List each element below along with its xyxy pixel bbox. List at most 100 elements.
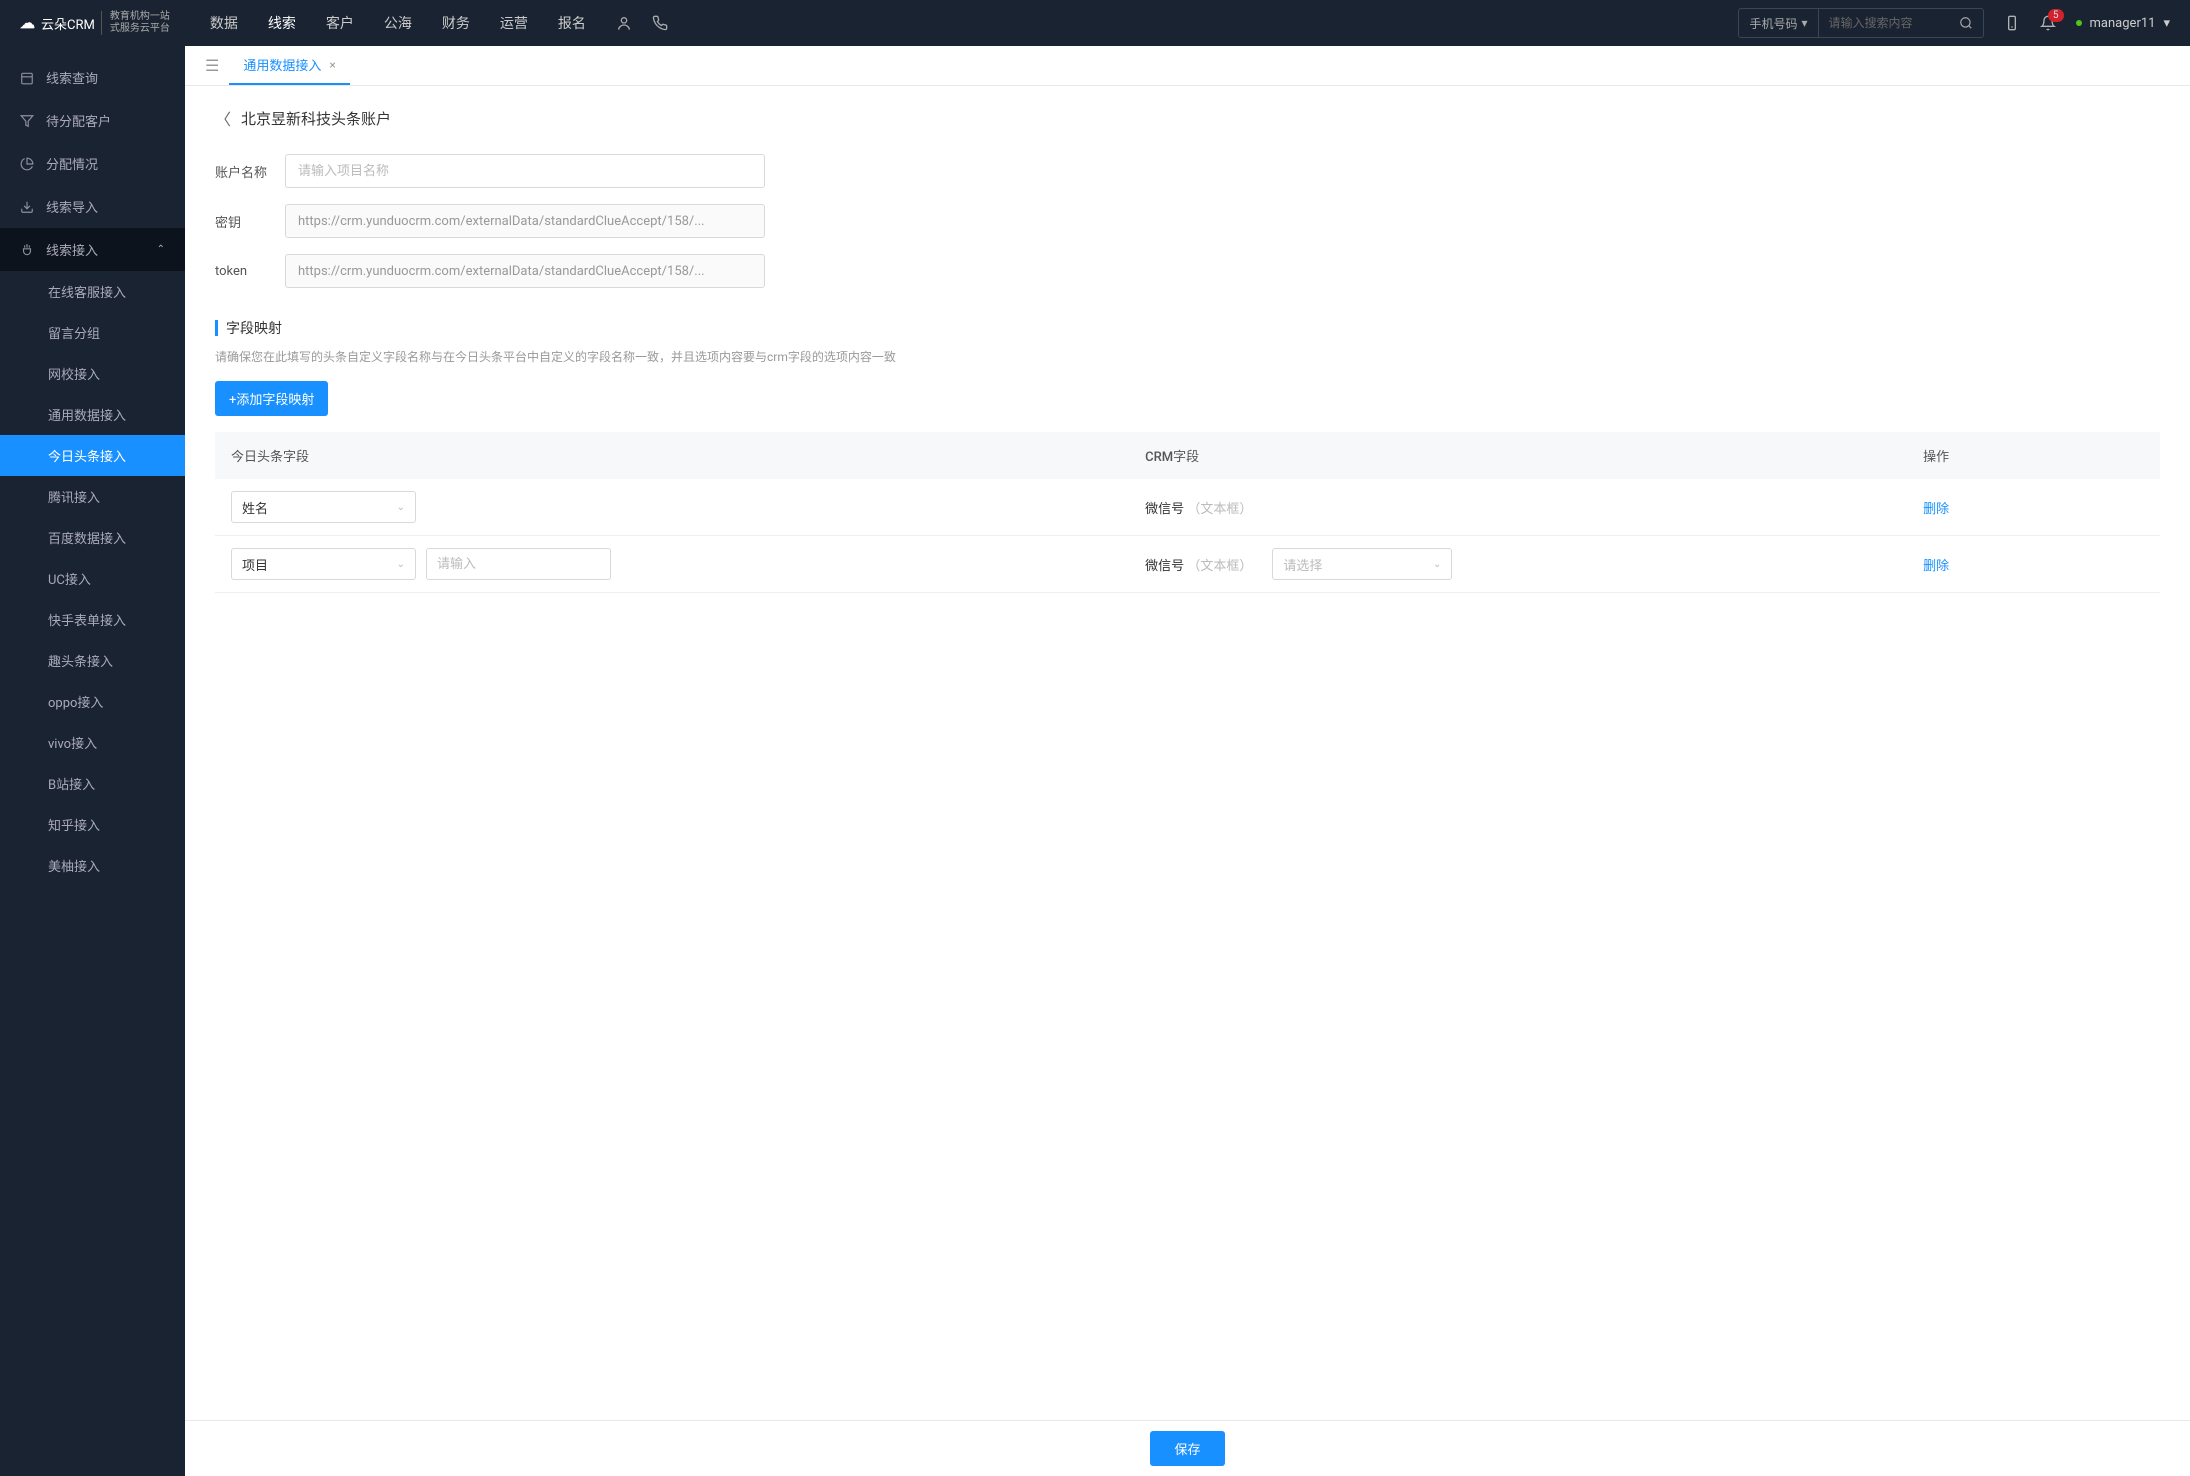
chevron-down-icon: ⌄ (1433, 559, 1441, 570)
plug-icon (20, 243, 34, 257)
sidebar: 线索查询 待分配客户 分配情况 线索导入 线索接入 ⌃ 在线客服接入 留言分组 … (0, 46, 185, 1476)
back-icon: 〈 (215, 106, 231, 130)
search-icon (1959, 16, 1973, 30)
chevron-down-icon: ▾ (1802, 16, 1808, 30)
sidebar-sub-school[interactable]: 网校接入 (0, 353, 185, 394)
breadcrumb[interactable]: 〈 北京昱新科技头条账户 (215, 106, 2160, 130)
chevron-down-icon: ▾ (2163, 16, 2170, 31)
calendar-icon (20, 71, 34, 85)
nav-clue[interactable]: 线索 (268, 9, 296, 37)
search-input[interactable] (1819, 16, 1949, 30)
chevron-down-icon: ⌄ (397, 559, 405, 570)
nav-customer[interactable]: 客户 (326, 9, 354, 37)
toutiao-field-select[interactable]: 姓名 ⌄ (231, 491, 416, 523)
pie-icon (20, 157, 34, 171)
sidebar-sub-baidu[interactable]: 百度数据接入 (0, 517, 185, 558)
sidebar-sub-toutiao[interactable]: 今日头条接入 (0, 435, 185, 476)
sidebar-sub-general-data[interactable]: 通用数据接入 (0, 394, 185, 435)
nav-signup[interactable]: 报名 (558, 9, 586, 37)
chevron-down-icon: ⌄ (397, 502, 405, 513)
token-input[interactable] (285, 254, 765, 288)
page-content: 〈 北京昱新科技头条账户 账户名称 密钥 token (185, 86, 2190, 1476)
sidebar-sub-qutoutiao[interactable]: 趣头条接入 (0, 640, 185, 681)
close-icon[interactable]: × (329, 58, 335, 72)
mapping-table: 今日头条字段 CRM字段 操作 姓名 ⌄ (215, 432, 2160, 593)
nav-public[interactable]: 公海 (384, 9, 412, 37)
mobile-icon[interactable] (2004, 15, 2020, 31)
toutiao-field-select[interactable]: 项目 ⌄ (231, 548, 416, 580)
sidebar-sub-vivo[interactable]: vivo接入 (0, 722, 185, 763)
logo: ☁ 云朵CRM 教育机构一站 式服务云平台 (20, 11, 170, 35)
nav-finance[interactable]: 财务 (442, 9, 470, 37)
crm-field-label: 微信号 (1145, 559, 1184, 574)
delete-link[interactable]: 删除 (1923, 502, 1949, 517)
logo-subtitle: 教育机构一站 式服务云平台 (101, 11, 170, 35)
col-toutiao: 今日头条字段 (215, 432, 1129, 479)
logo-text: 云朵CRM (41, 14, 95, 33)
search-button[interactable] (1949, 16, 1983, 30)
mapping-section: 字段映射 请确保您在此填写的头条自定义字段名称与在今日头条平台中自定义的字段名称… (215, 318, 2160, 593)
token-label: token (215, 264, 285, 279)
form-row-account: 账户名称 (215, 154, 2160, 188)
add-mapping-button[interactable]: +添加字段映射 (215, 381, 328, 416)
header: ☁ 云朵CRM 教育机构一站 式服务云平台 数据 线索 客户 公海 财务 运营 … (0, 0, 2190, 46)
account-label: 账户名称 (215, 162, 285, 181)
logo-icon: ☁ (20, 14, 35, 32)
upload-icon (20, 200, 34, 214)
search-group: 手机号码 ▾ (1738, 8, 1983, 38)
crm-field-hint: （文本框） (1187, 502, 1252, 517)
sidebar-sub-message-group[interactable]: 留言分组 (0, 312, 185, 353)
status-dot (2076, 20, 2082, 26)
sidebar-sub-bilibili[interactable]: B站接入 (0, 763, 185, 804)
sidebar-item-clue-search[interactable]: 线索查询 (0, 56, 185, 99)
secret-label: 密钥 (215, 212, 285, 231)
main-content: ☰ 通用数据接入 × 〈 北京昱新科技头条账户 账户名称 密钥 (185, 46, 2190, 1476)
username: manager11 (2090, 16, 2156, 31)
chevron-up-icon: ⌃ (157, 244, 165, 255)
search-type-select[interactable]: 手机号码 ▾ (1739, 9, 1818, 37)
sidebar-sub-zhihu[interactable]: 知乎接入 (0, 804, 185, 845)
sidebar-sub-meiyou[interactable]: 美柚接入 (0, 845, 185, 886)
section-bar (215, 320, 218, 336)
sidebar-item-allocation[interactable]: 分配情况 (0, 142, 185, 185)
col-action: 操作 (1907, 432, 2160, 479)
main-nav: 数据 线索 客户 公海 财务 运营 报名 (210, 9, 586, 37)
save-button[interactable]: 保存 (1150, 1431, 1224, 1466)
section-desc: 请确保您在此填写的头条自定义字段名称与在今日头条平台中自定义的字段名称一致，并且… (215, 348, 2160, 365)
sidebar-item-access[interactable]: 线索接入 ⌃ (0, 228, 185, 271)
table-row: 项目 ⌄ 微信号 (215, 536, 2160, 593)
sidebar-sub-kuaishou[interactable]: 快手表单接入 (0, 599, 185, 640)
nav-operation[interactable]: 运营 (500, 9, 528, 37)
toutiao-field-input[interactable] (426, 548, 611, 580)
sidebar-sub-uc[interactable]: UC接入 (0, 558, 185, 599)
header-right: 手机号码 ▾ 5 manager11 ▾ (1738, 8, 2170, 38)
section-title: 字段映射 (215, 318, 2160, 338)
notification-badge: 5 (2048, 9, 2064, 22)
secret-input[interactable] (285, 204, 765, 238)
user-menu[interactable]: manager11 ▾ (2076, 16, 2170, 31)
footer: 保存 (185, 1420, 2190, 1476)
delete-link[interactable]: 删除 (1923, 559, 1949, 574)
table-row: 姓名 ⌄ 微信号 （文本框） 删除 (215, 479, 2160, 536)
page-title: 北京昱新科技头条账户 (241, 108, 391, 129)
sidebar-sub-oppo[interactable]: oppo接入 (0, 681, 185, 722)
account-input[interactable] (285, 154, 765, 188)
phone-icon[interactable] (652, 15, 668, 31)
form-row-token: token (215, 254, 2160, 288)
user-icon[interactable] (616, 15, 632, 31)
tab-toggle-icon[interactable]: ☰ (195, 56, 229, 75)
filter-icon (20, 114, 34, 128)
nav-icons (616, 15, 668, 31)
nav-data[interactable]: 数据 (210, 9, 238, 37)
form-row-secret: 密钥 (215, 204, 2160, 238)
bell-icon[interactable]: 5 (2040, 15, 2056, 31)
crm-field-select[interactable]: 请选择 ⌄ (1272, 548, 1452, 580)
crm-field-label: 微信号 (1145, 502, 1184, 517)
sidebar-item-pending[interactable]: 待分配客户 (0, 99, 185, 142)
crm-field-hint: （文本框） (1187, 559, 1252, 574)
sidebar-sub-online-service[interactable]: 在线客服接入 (0, 271, 185, 312)
sidebar-item-import[interactable]: 线索导入 (0, 185, 185, 228)
tabs-bar: ☰ 通用数据接入 × (185, 46, 2190, 86)
sidebar-sub-tencent[interactable]: 腾讯接入 (0, 476, 185, 517)
tab-general-data[interactable]: 通用数据接入 × (229, 46, 349, 85)
